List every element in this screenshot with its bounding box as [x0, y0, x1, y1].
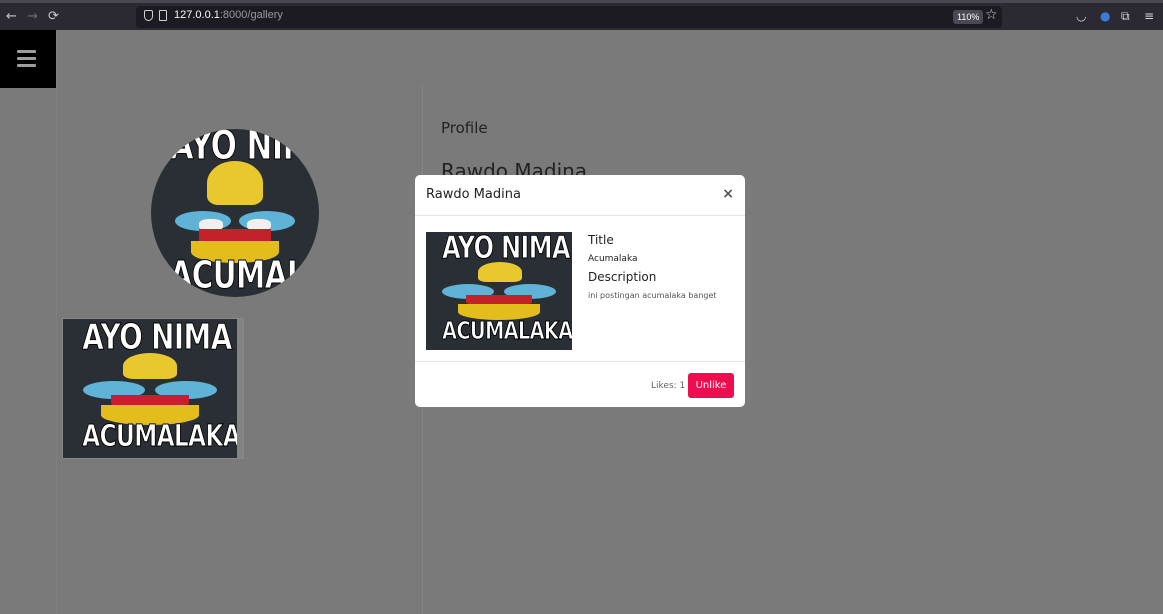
meme-bottom-text: ACUMALAKA — [442, 316, 572, 346]
meme-top-text: AYO NIMA — [442, 232, 571, 267]
forward-icon[interactable]: → — [27, 10, 38, 24]
url-path: :8000/gallery — [219, 9, 283, 21]
browser-toolbar: ← → ⟳ 127.0.0.1:8000/gallery 110% ☆ ◡ ● … — [0, 0, 1163, 30]
avatar: AYO NIMA ACUMALAKA — [151, 129, 319, 297]
hamburger-line — [17, 57, 36, 60]
back-icon[interactable]: ← — [6, 10, 17, 24]
post-description: ini postingan acumalaka banget — [588, 291, 717, 300]
page-icon — [159, 10, 167, 21]
close-icon[interactable]: × — [722, 186, 734, 202]
unlike-button[interactable]: Unlike — [688, 373, 734, 398]
meme-bottom-text: ACUMALAKA — [82, 419, 237, 455]
face-top — [478, 262, 522, 282]
pocket-icon[interactable]: ◡ — [1076, 9, 1086, 23]
modal-header: Rawdo Madina × — [415, 175, 745, 216]
modal-footer: Likes: 1 Unlike — [415, 361, 745, 407]
url-host: 127.0.0.1 — [174, 9, 220, 21]
post-title: Acumalaka — [588, 254, 638, 264]
meme-bottom-text: ACUMALAKA — [169, 253, 319, 298]
face-top — [207, 161, 263, 205]
meme-face — [438, 262, 560, 320]
shield-icon[interactable] — [144, 10, 153, 21]
post-detail-modal: Rawdo Madina × AYO NIMA ACUMALAKA Title … — [415, 175, 745, 407]
gallery-post-thumbnail[interactable]: AYO NIMA ACUMALAKA — [62, 318, 244, 459]
bookmark-star-icon[interactable]: ☆ — [985, 7, 998, 23]
reload-icon[interactable]: ⟳ — [48, 10, 59, 24]
account-icon[interactable]: ● — [1100, 9, 1110, 23]
title-heading: Title — [588, 233, 614, 247]
app-menu-icon[interactable]: ≡ — [1144, 9, 1154, 23]
face-top — [123, 353, 177, 379]
post-image: AYO NIMA ACUMALAKA — [63, 319, 237, 458]
zoom-level[interactable]: 110% — [953, 10, 984, 24]
sidebar-divider — [56, 30, 57, 614]
likes-count: Likes: 1 — [651, 381, 686, 391]
modal-title: Rawdo Madina — [426, 187, 521, 202]
avatar-image: AYO NIMA ACUMALAKA — [151, 129, 319, 297]
sidebar-toggle-button[interactable] — [0, 30, 56, 88]
modal-post-image: AYO NIMA ACUMALAKA — [426, 232, 572, 350]
meme-face — [77, 353, 223, 425]
hamburger-line — [17, 64, 36, 67]
extensions-icon[interactable]: ⧉ — [1121, 9, 1130, 23]
address-bar[interactable]: 127.0.0.1:8000/gallery 110% ☆ — [136, 6, 1002, 28]
post-info: Title Acumalaka Description ini postinga… — [588, 233, 738, 302]
url-text[interactable]: 127.0.0.1:8000/gallery — [174, 9, 283, 21]
profile-label: Profile — [441, 119, 488, 137]
hamburger-icon — [17, 50, 36, 53]
description-heading: Description — [588, 270, 657, 284]
